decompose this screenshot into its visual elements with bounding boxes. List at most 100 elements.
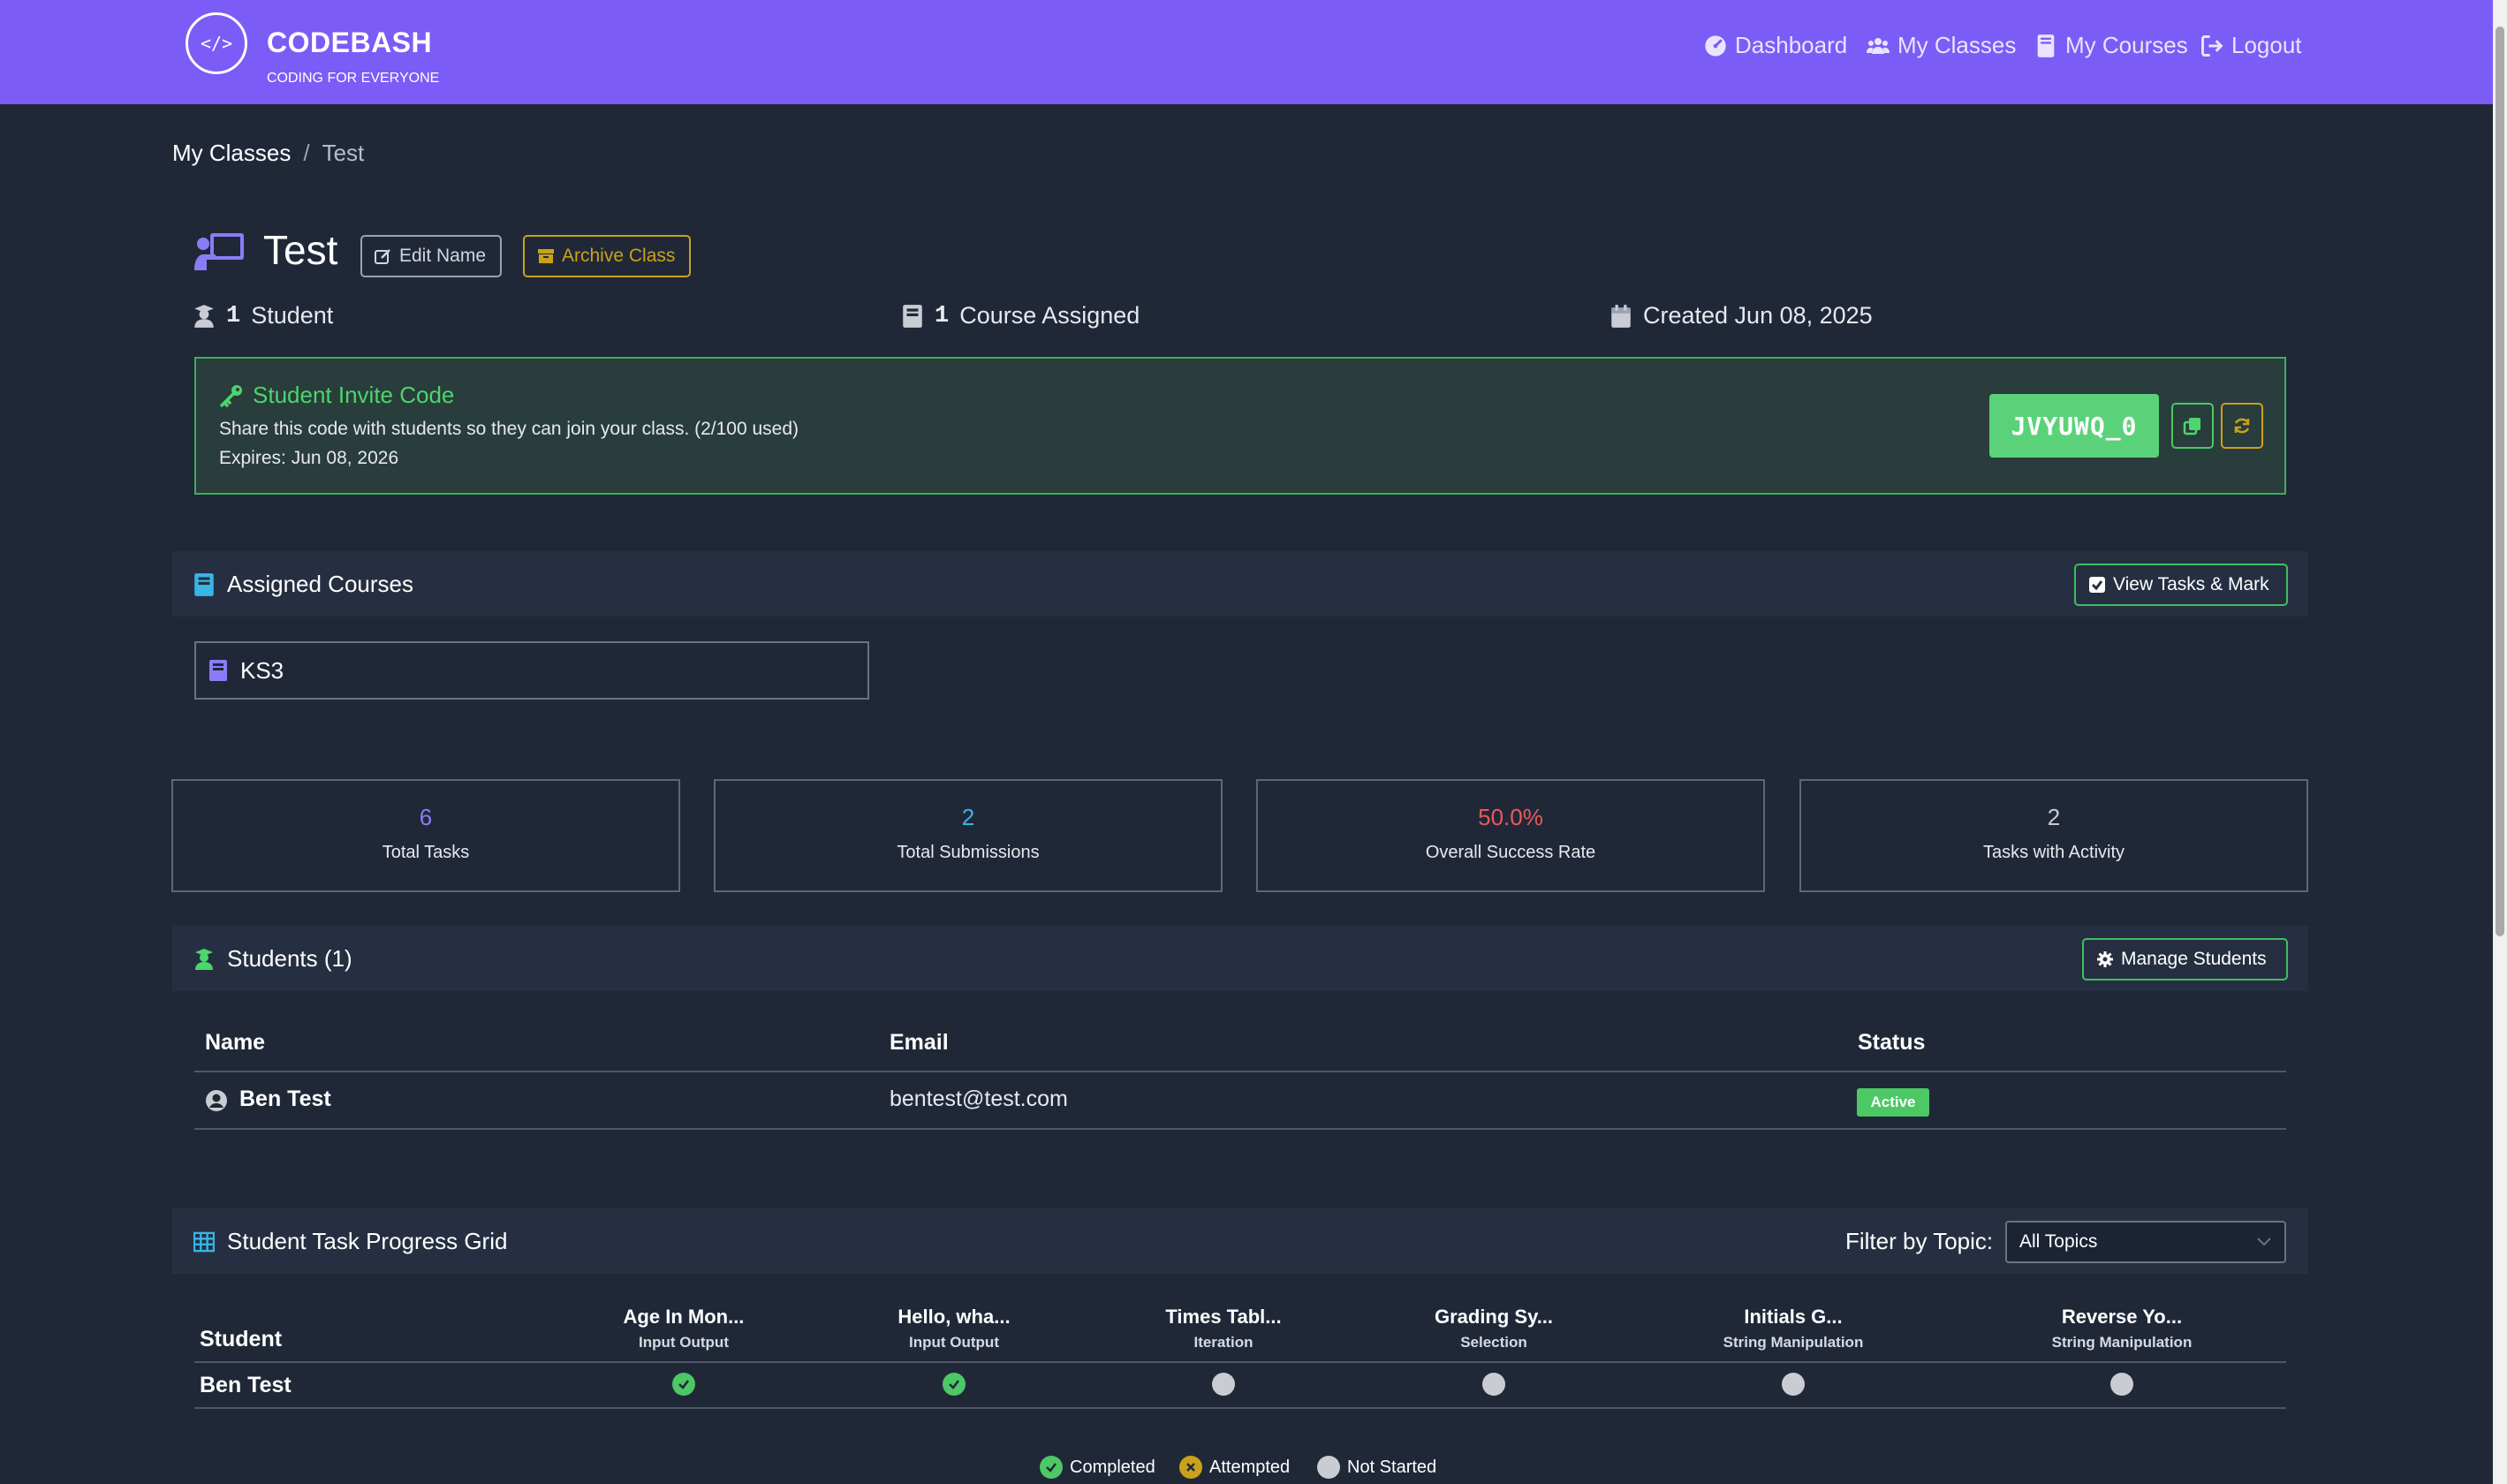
status-not-started-icon[interactable] — [1782, 1373, 1805, 1396]
task-name: Hello, wha... — [898, 1306, 1011, 1328]
key-icon — [220, 384, 242, 407]
status-not-started-icon[interactable] — [1482, 1373, 1505, 1396]
status-badge: Active — [1857, 1088, 1929, 1117]
completed-icon — [1040, 1456, 1063, 1479]
nav-my-classes[interactable]: My Classes — [1866, 32, 2016, 59]
topic-filter-select[interactable]: All Topics — [2005, 1221, 2286, 1263]
students-header: Students (1) Manage Students — [172, 926, 2308, 991]
logo-icon[interactable]: </> — [186, 12, 247, 74]
stat-value: 2 — [2047, 804, 2061, 830]
progress-grid-header: Student Task Progress Grid Filter by Top… — [172, 1208, 2308, 1274]
invite-code[interactable]: JVYUWQ_0 — [1989, 394, 2159, 458]
manage-students-button[interactable]: Manage Students — [2082, 938, 2288, 980]
courses-count: 1 Course Assigned — [901, 302, 1140, 329]
nav-logout[interactable]: Logout — [2200, 32, 2302, 59]
book-icon — [209, 660, 227, 681]
breadcrumb: My Classes / Test — [172, 140, 364, 167]
legend-completed-label: Completed — [1070, 1457, 1155, 1477]
task-column-header[interactable]: Reverse Yo... String Manipulation — [1989, 1306, 2254, 1352]
refresh-icon — [2234, 418, 2250, 434]
view-tasks-mark-label: View Tasks & Mark — [2113, 574, 2269, 594]
calendar-icon — [1611, 304, 1631, 328]
breadcrumb-separator: / — [303, 140, 310, 166]
status-not-started-icon[interactable] — [1212, 1373, 1235, 1396]
status-completed-icon[interactable] — [943, 1373, 966, 1396]
task-column-header[interactable]: Age In Mon... Input Output — [551, 1306, 816, 1352]
course-item[interactable]: KS3 — [194, 641, 869, 700]
course-item-label: KS3 — [240, 656, 284, 684]
grid-student-name: Ben Test — [200, 1373, 292, 1397]
stat-value: 6 — [419, 804, 433, 830]
archive-class-button[interactable]: Archive Class — [523, 235, 691, 277]
task-name: Times Tabl... — [1165, 1306, 1282, 1328]
archive-icon — [538, 249, 554, 263]
brand-tagline: CODING FOR EVERYONE — [267, 71, 440, 86]
manage-students-label: Manage Students — [2121, 949, 2267, 969]
book-icon — [903, 304, 922, 328]
task-name: Reverse Yo... — [2061, 1306, 2183, 1328]
class-title: Test — [263, 227, 338, 273]
brand-name[interactable]: CODEBASH — [267, 26, 432, 59]
user-graduate-icon — [195, 948, 213, 970]
stat-card-total-submissions: 2 Total Submissions — [714, 779, 1223, 892]
task-name: Grading Sy... — [1434, 1306, 1554, 1328]
student-name[interactable]: Ben Test — [239, 1086, 331, 1112]
regenerate-code-button[interactable] — [2221, 403, 2263, 449]
copy-code-button[interactable] — [2171, 403, 2214, 449]
status-completed-icon[interactable] — [672, 1373, 695, 1396]
edit-name-button[interactable]: Edit Name — [360, 235, 502, 277]
stat-label: Overall Success Rate — [1425, 843, 1596, 862]
copy-icon — [2183, 418, 2200, 435]
edit-name-label: Edit Name — [399, 246, 487, 266]
stat-value: 50.0% — [1478, 804, 1543, 830]
task-name: Age In Mon... — [623, 1306, 745, 1328]
stat-label: Total Submissions — [897, 843, 1040, 862]
task-topic: Iteration — [1193, 1334, 1254, 1351]
task-topic: Selection — [1460, 1334, 1527, 1351]
created-date-label: Created Jun 08, 2025 — [1643, 302, 1873, 329]
breadcrumb-my-classes[interactable]: My Classes — [172, 140, 291, 167]
user-circle-icon — [206, 1090, 227, 1111]
logout-icon — [2201, 34, 2223, 57]
invite-code-panel: Student Invite Code Share this code with… — [194, 357, 2286, 495]
view-tasks-mark-button[interactable]: View Tasks & Mark — [2074, 564, 2288, 606]
book-icon — [194, 572, 214, 596]
table-divider — [194, 1071, 2286, 1072]
nav-my-courses[interactable]: My Courses — [2034, 32, 2188, 59]
stat-card-tasks-with-activity: 2 Tasks with Activity — [1799, 779, 2308, 892]
nav-logout-label: Logout — [2231, 32, 2302, 58]
legend-completed: Completed — [1040, 1456, 1155, 1479]
scrollbar-thumb[interactable] — [2496, 26, 2504, 936]
legend-attempted-label: Attempted — [1209, 1457, 1291, 1477]
task-column-header[interactable]: Times Tabl... Iteration — [1091, 1306, 1356, 1352]
table-divider — [194, 1361, 2286, 1363]
nav-my-courses-label: My Courses — [2065, 32, 2188, 58]
archive-class-label: Archive Class — [562, 246, 676, 266]
not-started-icon — [1317, 1456, 1340, 1479]
user-graduate-icon — [194, 304, 214, 328]
invite-description: Share this code with students so they ca… — [219, 419, 799, 439]
gauge-icon — [1705, 34, 1726, 57]
progress-grid-label: Student Task Progress Grid — [227, 1228, 508, 1254]
legend-attempted: Attempted — [1179, 1456, 1290, 1479]
students-count-value: 1 — [226, 302, 241, 329]
table-divider — [194, 1128, 2286, 1130]
task-column-header[interactable]: Grading Sy... Selection — [1361, 1306, 1626, 1352]
assigned-courses-title: Assigned Courses — [193, 571, 413, 598]
students-title: Students (1) — [193, 945, 352, 973]
nav-dashboard[interactable]: Dashboard — [1703, 32, 1847, 59]
courses-count-value: 1 — [935, 302, 950, 329]
stat-value: 2 — [961, 804, 975, 830]
task-column-header[interactable]: Initials G... String Manipulation — [1661, 1306, 1926, 1352]
progress-grid-title: Student Task Progress Grid — [193, 1228, 507, 1255]
task-name: Initials G... — [1744, 1306, 1843, 1328]
nav-dashboard-label: Dashboard — [1735, 32, 1848, 58]
task-column-header[interactable]: Hello, wha... Input Output — [822, 1306, 1087, 1352]
status-not-started-icon[interactable] — [2110, 1373, 2133, 1396]
invite-title: Student Invite Code — [219, 382, 454, 409]
stat-card-total-tasks: 6 Total Tasks — [171, 779, 680, 892]
student-column-header: Student — [200, 1327, 283, 1352]
stat-label: Tasks with Activity — [1982, 843, 2125, 862]
legend-not-started-label: Not Started — [1347, 1457, 1437, 1477]
students-count: 1 Student — [193, 302, 333, 329]
